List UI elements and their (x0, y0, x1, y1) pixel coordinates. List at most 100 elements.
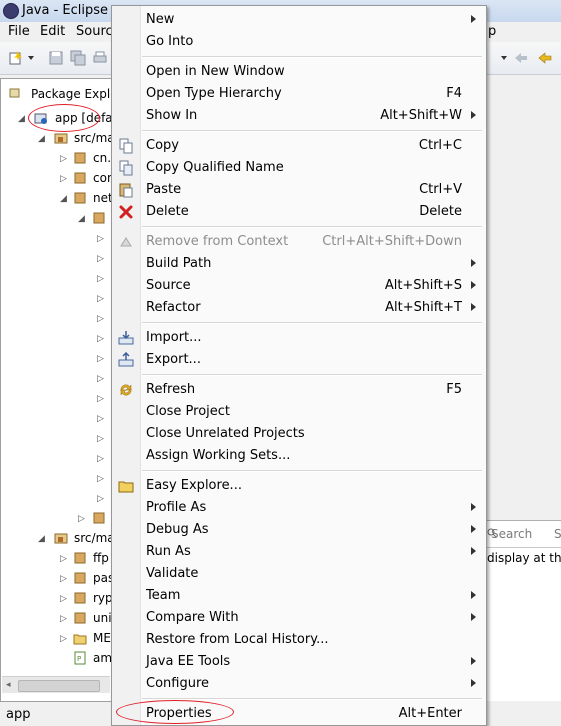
menu-item-delete[interactable]: Delete Delete (112, 201, 484, 223)
collapse-triangle-icon[interactable]: ◢ (38, 134, 45, 144)
menu-item-copy[interactable]: Copy Ctrl+C (112, 135, 484, 157)
menu-item-label: Open Type Hierarchy (146, 86, 282, 101)
expand-triangle-icon[interactable]: ▷ (97, 374, 104, 384)
menu-help-partial[interactable]: p (488, 24, 496, 39)
save-icon[interactable] (48, 50, 64, 66)
expand-triangle-icon[interactable]: ▷ (60, 574, 67, 584)
explorer-horizontal-scrollbar[interactable]: ◂ (2, 676, 110, 693)
collapse-triangle-icon[interactable]: ◢ (18, 114, 25, 124)
expand-triangle-icon[interactable]: ▷ (60, 614, 67, 624)
expand-triangle-icon[interactable]: ▷ (97, 394, 104, 404)
menu-item-restore-from-local-history[interactable]: Restore from Local History... (112, 629, 484, 651)
menu-item-validate[interactable]: Validate (112, 563, 484, 585)
menu-item-compare-with[interactable]: Compare With (112, 607, 484, 629)
expand-triangle-icon[interactable]: ▷ (60, 174, 67, 184)
menu-item-configure[interactable]: Configure (112, 673, 484, 695)
menu-item-easy-explore[interactable]: Easy Explore... (112, 475, 484, 497)
package-icon[interactable] (92, 211, 106, 225)
new-icon[interactable] (8, 50, 24, 66)
source-folder-icon[interactable] (54, 131, 68, 145)
menu-item-label: Close Unrelated Projects (146, 426, 305, 441)
menu-source[interactable]: Sourc (76, 24, 113, 39)
menu-item-remove-from-context[interactable]: Remove from Context Ctrl+Alt+Shift+Down (112, 231, 484, 253)
menu-item-copy-qualified-name[interactable]: Copy Qualified Name (112, 157, 484, 179)
menu-item-debug-as[interactable]: Debug As (112, 519, 484, 541)
save-all-icon[interactable] (70, 50, 86, 66)
expand-triangle-icon[interactable]: ▷ (97, 454, 104, 464)
tree-item-src-main-1[interactable]: src/ma (74, 131, 115, 145)
scroll-left-icon[interactable]: ◂ (6, 680, 11, 690)
package-icon[interactable] (73, 551, 87, 565)
menu-item-team[interactable]: Team (112, 585, 484, 607)
expand-triangle-icon[interactable]: ▷ (97, 274, 104, 284)
menu-item-open-type-hierarchy[interactable]: Open Type Hierarchy F4 (112, 83, 484, 105)
tree-item-cn[interactable]: cn. (93, 151, 111, 165)
folder-icon (118, 481, 134, 493)
menu-item-source[interactable]: Source Alt+Shift+S (112, 275, 484, 297)
expand-triangle-icon[interactable]: ▷ (97, 234, 104, 244)
expand-triangle-icon[interactable]: ▷ (60, 634, 67, 644)
collapse-triangle-icon[interactable]: ◢ (78, 214, 85, 224)
expand-triangle-icon[interactable]: ▷ (97, 434, 104, 444)
menu-item-new[interactable]: New (112, 9, 484, 31)
menu-item-run-as[interactable]: Run As (112, 541, 484, 563)
search-tab-suffix[interactable]: S (554, 527, 561, 541)
package-icon[interactable] (73, 591, 87, 605)
tree-item-uni[interactable]: uni (93, 611, 112, 625)
menu-item-close-unrelated-projects[interactable]: Close Unrelated Projects (112, 423, 484, 445)
package-icon[interactable] (73, 571, 87, 585)
menu-separator (142, 130, 482, 132)
menu-item-paste[interactable]: Paste Ctrl+V (112, 179, 484, 201)
collapse-triangle-icon[interactable]: ◢ (60, 194, 67, 204)
expand-triangle-icon[interactable]: ▷ (97, 294, 104, 304)
back-arrow-icon[interactable] (513, 50, 529, 66)
expand-triangle-icon[interactable]: ▷ (97, 494, 104, 504)
menu-item-import[interactable]: Import... (112, 327, 484, 349)
menu-edit[interactable]: Edit (40, 24, 65, 39)
menu-item-java-ee-tools[interactable]: Java EE Tools (112, 651, 484, 673)
menu-item-open-in-new-window[interactable]: Open in New Window (112, 61, 484, 83)
print-icon[interactable] (92, 50, 108, 66)
tree-item-meta-inf[interactable]: ME (93, 631, 111, 645)
menu-item-refactor[interactable]: Refactor Alt+Shift+T (112, 297, 484, 319)
forward-arrow-icon[interactable] (537, 50, 553, 66)
history-dropdown-icon[interactable] (501, 56, 507, 60)
source-folder-icon[interactable] (54, 531, 68, 545)
menu-item-close-project[interactable]: Close Project (112, 401, 484, 423)
menu-item-refresh[interactable]: Refresh F5 (112, 379, 484, 401)
menu-item-export[interactable]: Export... (112, 349, 484, 371)
expand-triangle-icon[interactable]: ▷ (97, 254, 104, 264)
menu-item-assign-working-sets[interactable]: Assign Working Sets... (112, 445, 484, 467)
menu-item-go-into[interactable]: Go Into (112, 31, 484, 53)
expand-triangle-icon[interactable]: ▷ (97, 354, 104, 364)
tree-item-ffp[interactable]: ffp (93, 551, 109, 565)
package-icon[interactable] (73, 611, 87, 625)
menu-file[interactable]: File (8, 24, 30, 39)
package-icon[interactable] (73, 171, 87, 185)
expand-triangle-icon[interactable]: ▷ (78, 514, 85, 524)
menu-item-build-path[interactable]: Build Path (112, 253, 484, 275)
expand-triangle-icon[interactable]: ▷ (60, 154, 67, 164)
package-icon[interactable] (92, 511, 106, 525)
tree-item-net[interactable]: net (93, 191, 113, 205)
submenu-arrow-icon (471, 259, 476, 267)
collapse-triangle-icon[interactable]: ◢ (38, 534, 45, 544)
package-icon[interactable] (73, 151, 87, 165)
scrollbar-thumb[interactable] (18, 680, 100, 692)
menu-item-show-in[interactable]: Show In Alt+Shift+W (112, 105, 484, 127)
file-icon[interactable]: P (73, 651, 87, 665)
search-tab-label[interactable]: Search (491, 527, 532, 541)
new-dropdown-icon[interactable] (28, 56, 34, 60)
folder-icon[interactable] (73, 631, 87, 645)
menu-item-profile-as[interactable]: Profile As (112, 497, 484, 519)
expand-triangle-icon[interactable]: ▷ (97, 414, 104, 424)
tree-item-ryp[interactable]: ryp (93, 591, 113, 605)
expand-triangle-icon[interactable]: ▷ (60, 594, 67, 604)
expand-triangle-icon[interactable]: ▷ (60, 554, 67, 564)
package-icon[interactable] (73, 191, 87, 205)
expand-triangle-icon[interactable]: ▷ (97, 314, 104, 324)
expand-triangle-icon[interactable]: ▷ (97, 334, 104, 344)
expand-triangle-icon[interactable]: ▷ (97, 474, 104, 484)
tree-item-src-main-2[interactable]: src/ma (74, 531, 115, 545)
tree-item-am[interactable]: am (93, 651, 112, 665)
